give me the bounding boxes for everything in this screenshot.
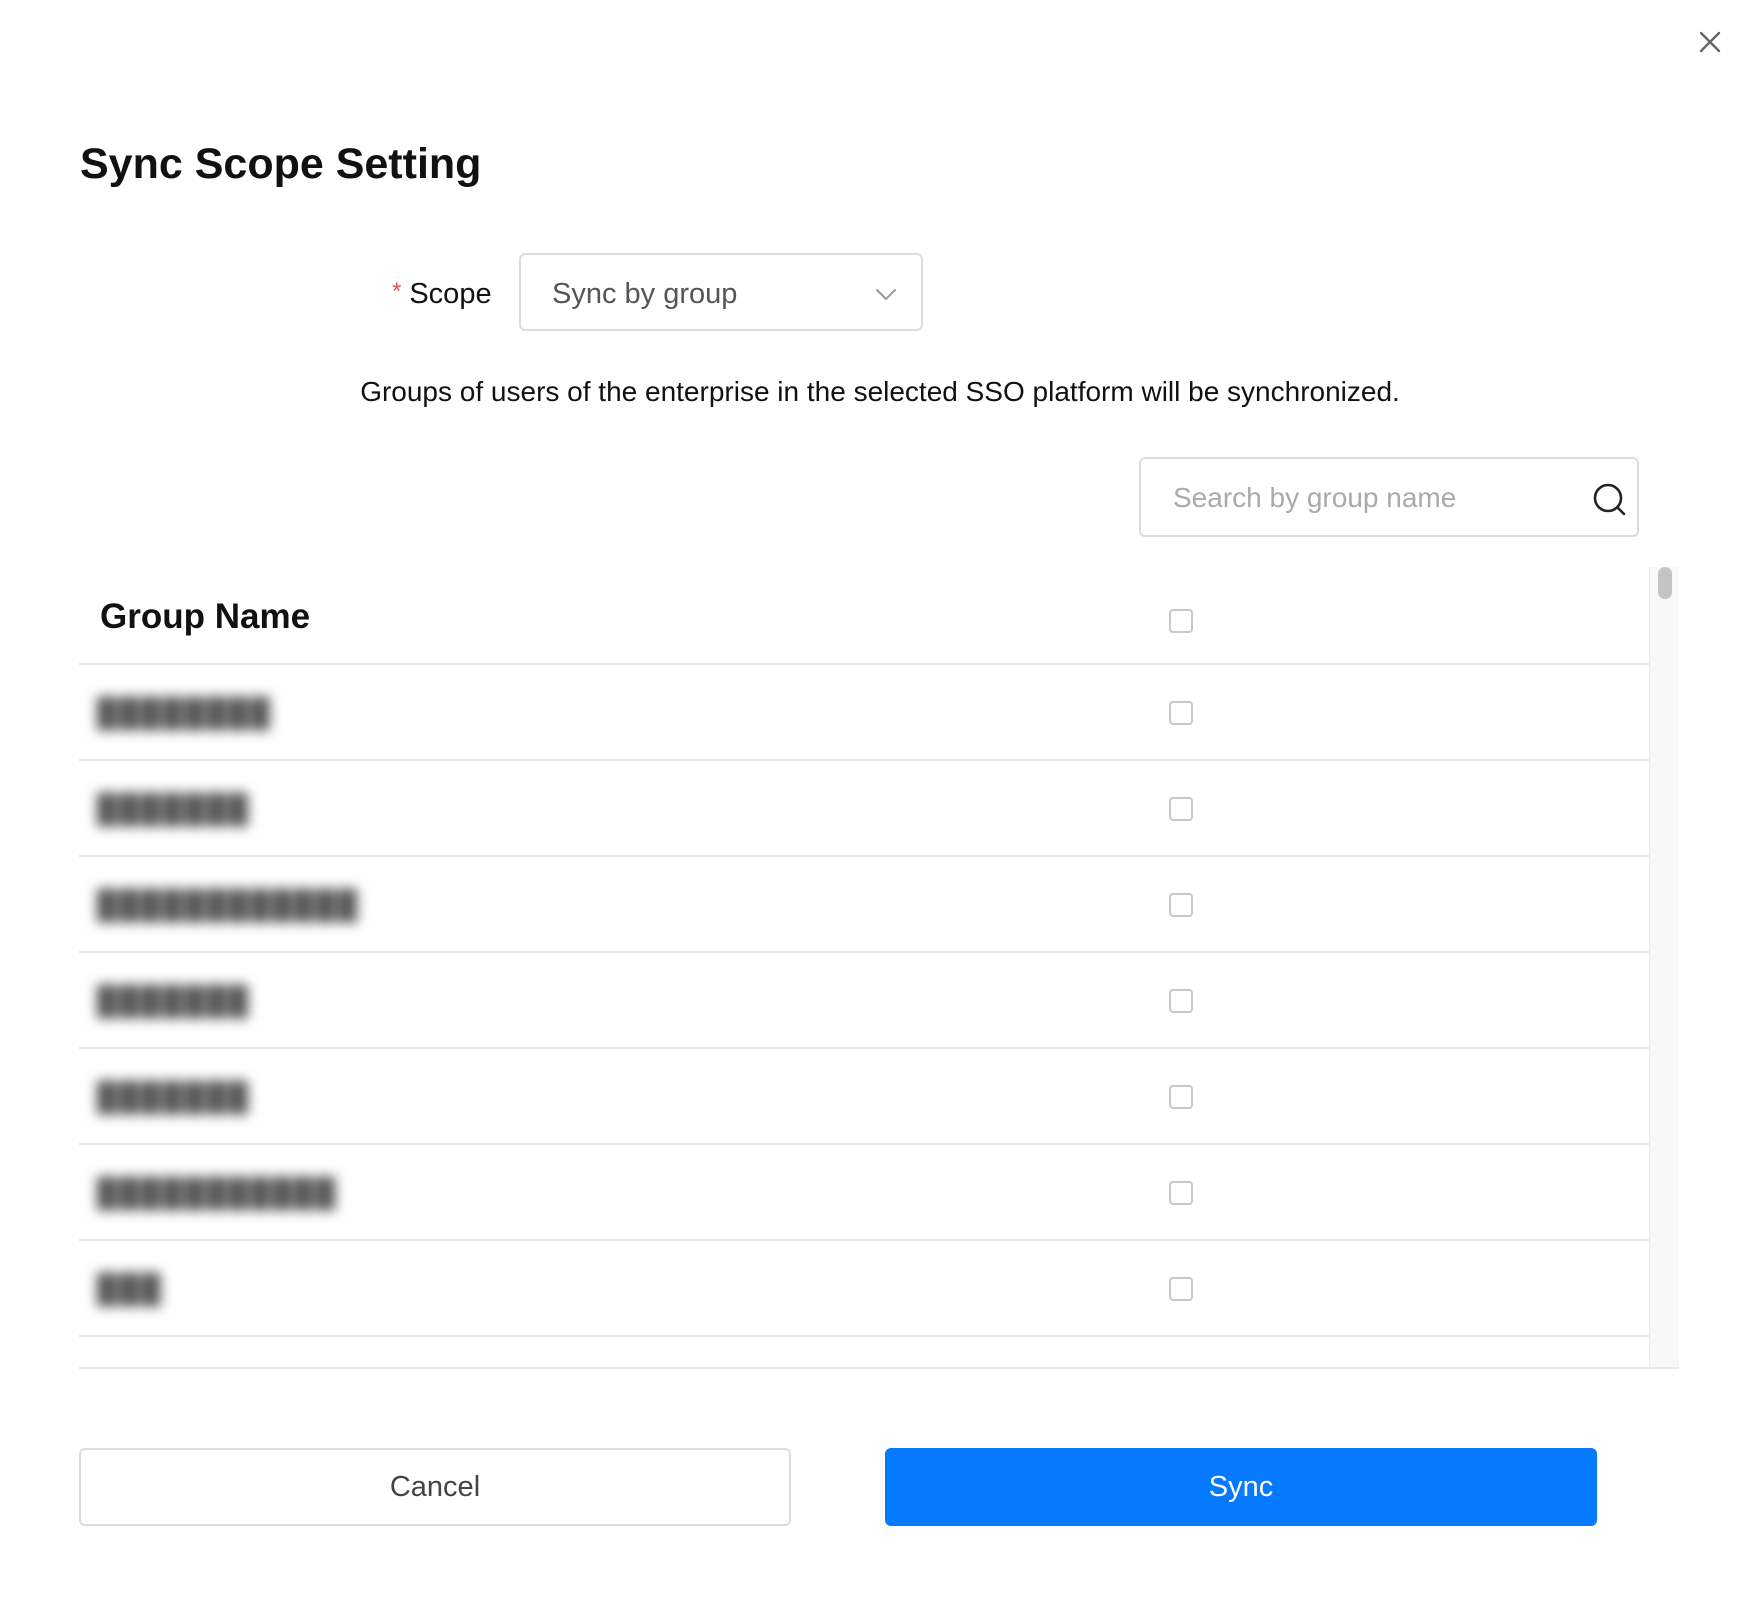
close-icon[interactable] [1693,25,1727,59]
table-scrollbar[interactable] [1649,567,1679,1367]
scrollbar-thumb[interactable] [1658,567,1672,599]
sync-scope-dialog: Sync Scope Setting * Scope Sync by group … [0,0,1760,1624]
table-row[interactable]: ████████ [79,665,1649,761]
required-mark: * [392,278,402,305]
table-row[interactable]: ███ [79,1241,1649,1337]
row-checkbox[interactable] [1169,797,1193,821]
dialog-title: Sync Scope Setting [80,140,482,188]
scope-label: * Scope [392,272,492,314]
search-input[interactable] [1171,477,1575,519]
scope-select[interactable]: Sync by group [519,253,923,331]
table-row[interactable]: ███████████ [79,1145,1649,1241]
sync-button[interactable]: Sync [885,1448,1597,1526]
row-checkbox[interactable] [1169,1085,1193,1109]
group-name-cell: ███ [97,1273,163,1304]
group-name-cell: ███████████ [97,1177,338,1208]
select-all-checkbox[interactable] [1169,609,1193,633]
row-checkbox[interactable] [1169,893,1193,917]
group-name-cell: ███████ [97,793,250,824]
group-table: Group Name ████████ ███████ ████████████… [79,567,1679,1369]
scope-label-text: Scope [409,278,492,310]
search-icon[interactable] [1591,481,1629,524]
group-name-cell: ███████ [97,1081,250,1112]
row-checkbox[interactable] [1169,1181,1193,1205]
table-header: Group Name [79,567,1649,665]
group-name-column-header: Group Name [100,597,311,636]
group-name-cell: ███████ [97,985,250,1016]
scope-description: Groups of users of the enterprise in the… [360,376,1400,407]
table-row[interactable]: ███████ [79,1049,1649,1145]
group-name-cell: ████████████ [97,889,360,920]
row-checkbox[interactable] [1169,701,1193,725]
row-checkbox[interactable] [1169,989,1193,1013]
cancel-button[interactable]: Cancel [79,1448,791,1526]
table-row[interactable]: ███████ [79,953,1649,1049]
table-row[interactable]: ███████ [79,761,1649,857]
scope-select-value: Sync by group [552,278,738,310]
group-name-cell: ████████ [97,697,272,728]
row-checkbox[interactable] [1169,1277,1193,1301]
search-box [1139,457,1639,537]
chevron-down-icon [873,281,899,312]
table-row[interactable]: ████████████ [79,857,1649,953]
